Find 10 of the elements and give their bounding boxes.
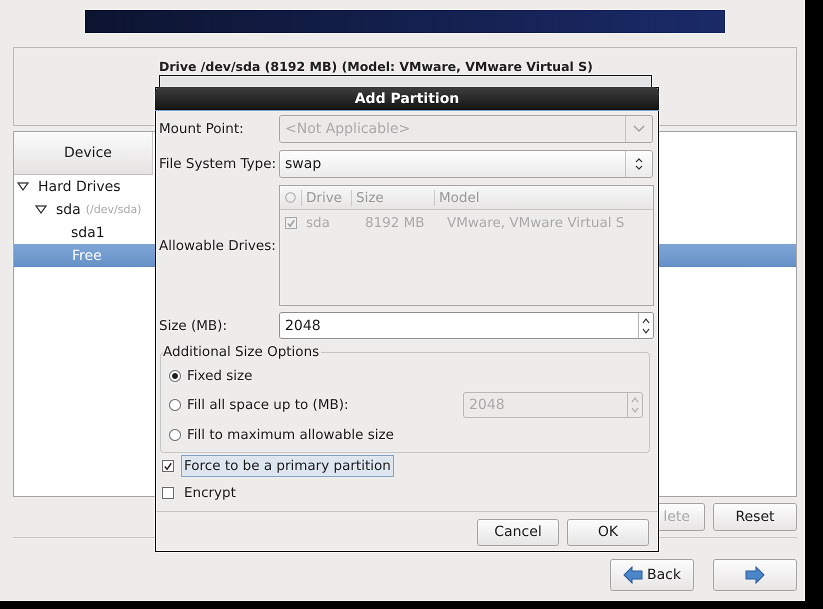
group-title: Additional Size Options: [163, 344, 322, 360]
dialog-title: Add Partition: [155, 87, 659, 111]
field-label: Mount Point:: [159, 121, 245, 137]
field-label: File System Type:: [159, 156, 278, 172]
table-cell-text: VMware, VMware Virtual S: [446, 215, 626, 231]
table-cell-text: sda: [305, 215, 331, 231]
table-cell-text: 8192 MB: [364, 215, 426, 231]
drive-title: Drive /dev/sda (8192 MB) (Model: VMware, VMware Virtual S): [159, 59, 594, 74]
field-label: Size (MB):: [159, 318, 228, 334]
field-label: Allowable Drives:: [159, 238, 277, 254]
